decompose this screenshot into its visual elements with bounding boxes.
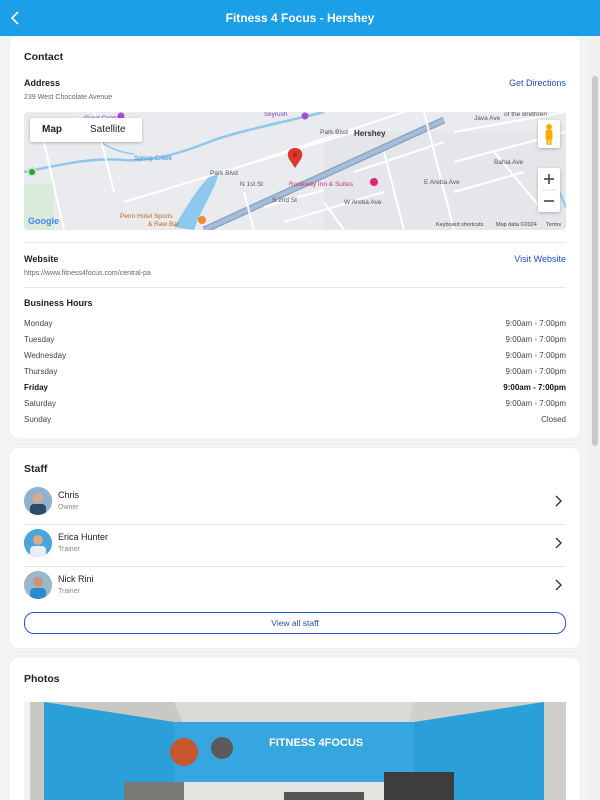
- hours-time: 9:00am - 7:00pm: [505, 367, 566, 376]
- hours-row-friday: Friday 9:00am - 7:00pm: [24, 383, 566, 397]
- get-directions-link[interactable]: Get Directions: [509, 78, 566, 88]
- website-value: https://www.fitness4focus.com/central-pa: [24, 270, 151, 277]
- hours-row-saturday: Saturday 9:00am - 7:00pm: [24, 399, 566, 413]
- staff-row-erica-hunter[interactable]: Erica Hunter Trainer: [24, 522, 566, 564]
- address-label: Address: [24, 78, 61, 88]
- hours-day: Wednesday: [24, 351, 67, 360]
- staff-role: Trainer: [58, 588, 80, 595]
- map-zoom-controls: [538, 168, 560, 212]
- avatar: [24, 529, 52, 557]
- street-view-pegman-icon[interactable]: [538, 120, 560, 148]
- svg-text:Terms: Terms: [546, 222, 561, 228]
- photos-card: Photos FITNESS 4FOCUS: [10, 658, 580, 800]
- staff-role: Trainer: [58, 546, 80, 553]
- svg-text:Hershey: Hershey: [354, 129, 386, 138]
- staff-name: Nick Rini: [58, 574, 94, 584]
- svg-text:Skyrush: Skyrush: [264, 112, 288, 118]
- svg-text:Keyboard shortcuts: Keyboard shortcuts: [436, 222, 484, 228]
- map-view[interactable]: Hershey Park Blvd Park Blvd Spring Creek…: [24, 112, 566, 230]
- hours-time: 9:00am - 7:00pm: [505, 335, 566, 344]
- staff-row-chris[interactable]: Chris Owner: [24, 480, 566, 522]
- svg-text:W Areba Ave: W Areba Ave: [344, 199, 382, 206]
- chevron-right-icon: [555, 537, 562, 549]
- website-label: Website: [24, 254, 59, 264]
- hours-row-monday: Monday 9:00am - 7:00pm: [24, 319, 566, 333]
- svg-text:Spring Creek: Spring Creek: [134, 155, 173, 162]
- chevron-right-icon: [555, 495, 562, 507]
- svg-text:S 2nd St: S 2nd St: [272, 197, 297, 204]
- content-area: Contact Address 239 West Chocolate Avenu…: [0, 36, 590, 800]
- hours-time: 9:00am - 7:00pm: [505, 351, 566, 360]
- map-type-satellite[interactable]: Satellite: [90, 118, 126, 142]
- svg-text:of the Brethren: of the Brethren: [504, 112, 547, 118]
- hours-row-tuesday: Tuesday 9:00am - 7:00pm: [24, 335, 566, 349]
- divider: [24, 242, 566, 243]
- hours-time: Closed: [541, 415, 566, 424]
- staff-card: Staff Chris Owner Erica Hunter Trainer N…: [10, 448, 580, 648]
- hours-day: Monday: [24, 319, 53, 328]
- contact-title: Contact: [24, 51, 64, 63]
- svg-text:Rodeway Inn & Suites: Rodeway Inn & Suites: [289, 181, 354, 188]
- map-type-map[interactable]: Map: [42, 118, 62, 142]
- svg-text:Bahia Ave: Bahia Ave: [494, 159, 524, 166]
- visit-website-link[interactable]: Visit Website: [514, 254, 566, 264]
- svg-text:N 1st St: N 1st St: [240, 181, 263, 188]
- page-title: Fitness 4 Focus - Hershey: [225, 11, 375, 25]
- staff-row-nick-rini[interactable]: Nick Rini Trainer: [24, 564, 566, 606]
- staff-title: Staff: [24, 463, 48, 475]
- staff-name: Chris: [58, 490, 80, 500]
- hours-day: Tuesday: [24, 335, 55, 344]
- contact-card: Contact Address 239 West Chocolate Avenu…: [10, 36, 580, 438]
- hours-time: 9:00am - 7:00pm: [503, 383, 566, 392]
- wall-logo-text: FITNESS 4FOCUS: [269, 737, 363, 749]
- photos-title: Photos: [24, 673, 60, 685]
- svg-text:Penn Hotel Sports: Penn Hotel Sports: [120, 213, 174, 220]
- chevron-right-icon: [555, 579, 562, 591]
- divider: [24, 287, 566, 288]
- avatar: [24, 487, 52, 515]
- svg-text:Map data ©2024: Map data ©2024: [496, 221, 537, 228]
- svg-text:Park Blvd: Park Blvd: [210, 170, 238, 177]
- svg-text:Park Blvd: Park Blvd: [320, 129, 348, 136]
- address-value: 239 West Chocolate Avenue: [24, 94, 113, 101]
- hours-day: Friday: [24, 383, 49, 392]
- app-header: Fitness 4 Focus - Hershey: [0, 0, 600, 36]
- svg-text:& Raw Bar: & Raw Bar: [148, 221, 180, 228]
- business-hours-label: Business Hours: [24, 298, 93, 308]
- view-all-staff-button[interactable]: View all staff: [24, 612, 566, 634]
- scrollbar-thumb[interactable]: [592, 76, 598, 446]
- hours-time: 9:00am - 7:00pm: [505, 319, 566, 328]
- svg-text:Google: Google: [28, 216, 59, 226]
- staff-name: Erica Hunter: [58, 532, 109, 542]
- hours-time: 9:00am - 7:00pm: [505, 399, 566, 408]
- hours-row-sunday: Sunday Closed: [24, 415, 566, 429]
- hours-day: Saturday: [24, 399, 57, 408]
- zoom-in-icon[interactable]: [544, 174, 554, 184]
- gym-photo[interactable]: FITNESS 4FOCUS: [24, 702, 566, 800]
- hours-row-wednesday: Wednesday 9:00am - 7:00pm: [24, 351, 566, 365]
- hours-day: Thursday: [24, 367, 58, 376]
- svg-text:Java Ave: Java Ave: [474, 115, 501, 122]
- map-type-toggle: Map Satellite: [30, 118, 142, 142]
- hours-row-thursday: Thursday 9:00am - 7:00pm: [24, 367, 566, 381]
- staff-role: Owner: [58, 504, 79, 511]
- scrollbar[interactable]: [590, 36, 600, 800]
- svg-text:E Areba Ave: E Areba Ave: [424, 179, 460, 186]
- avatar: [24, 571, 52, 599]
- hours-day: Sunday: [24, 415, 52, 424]
